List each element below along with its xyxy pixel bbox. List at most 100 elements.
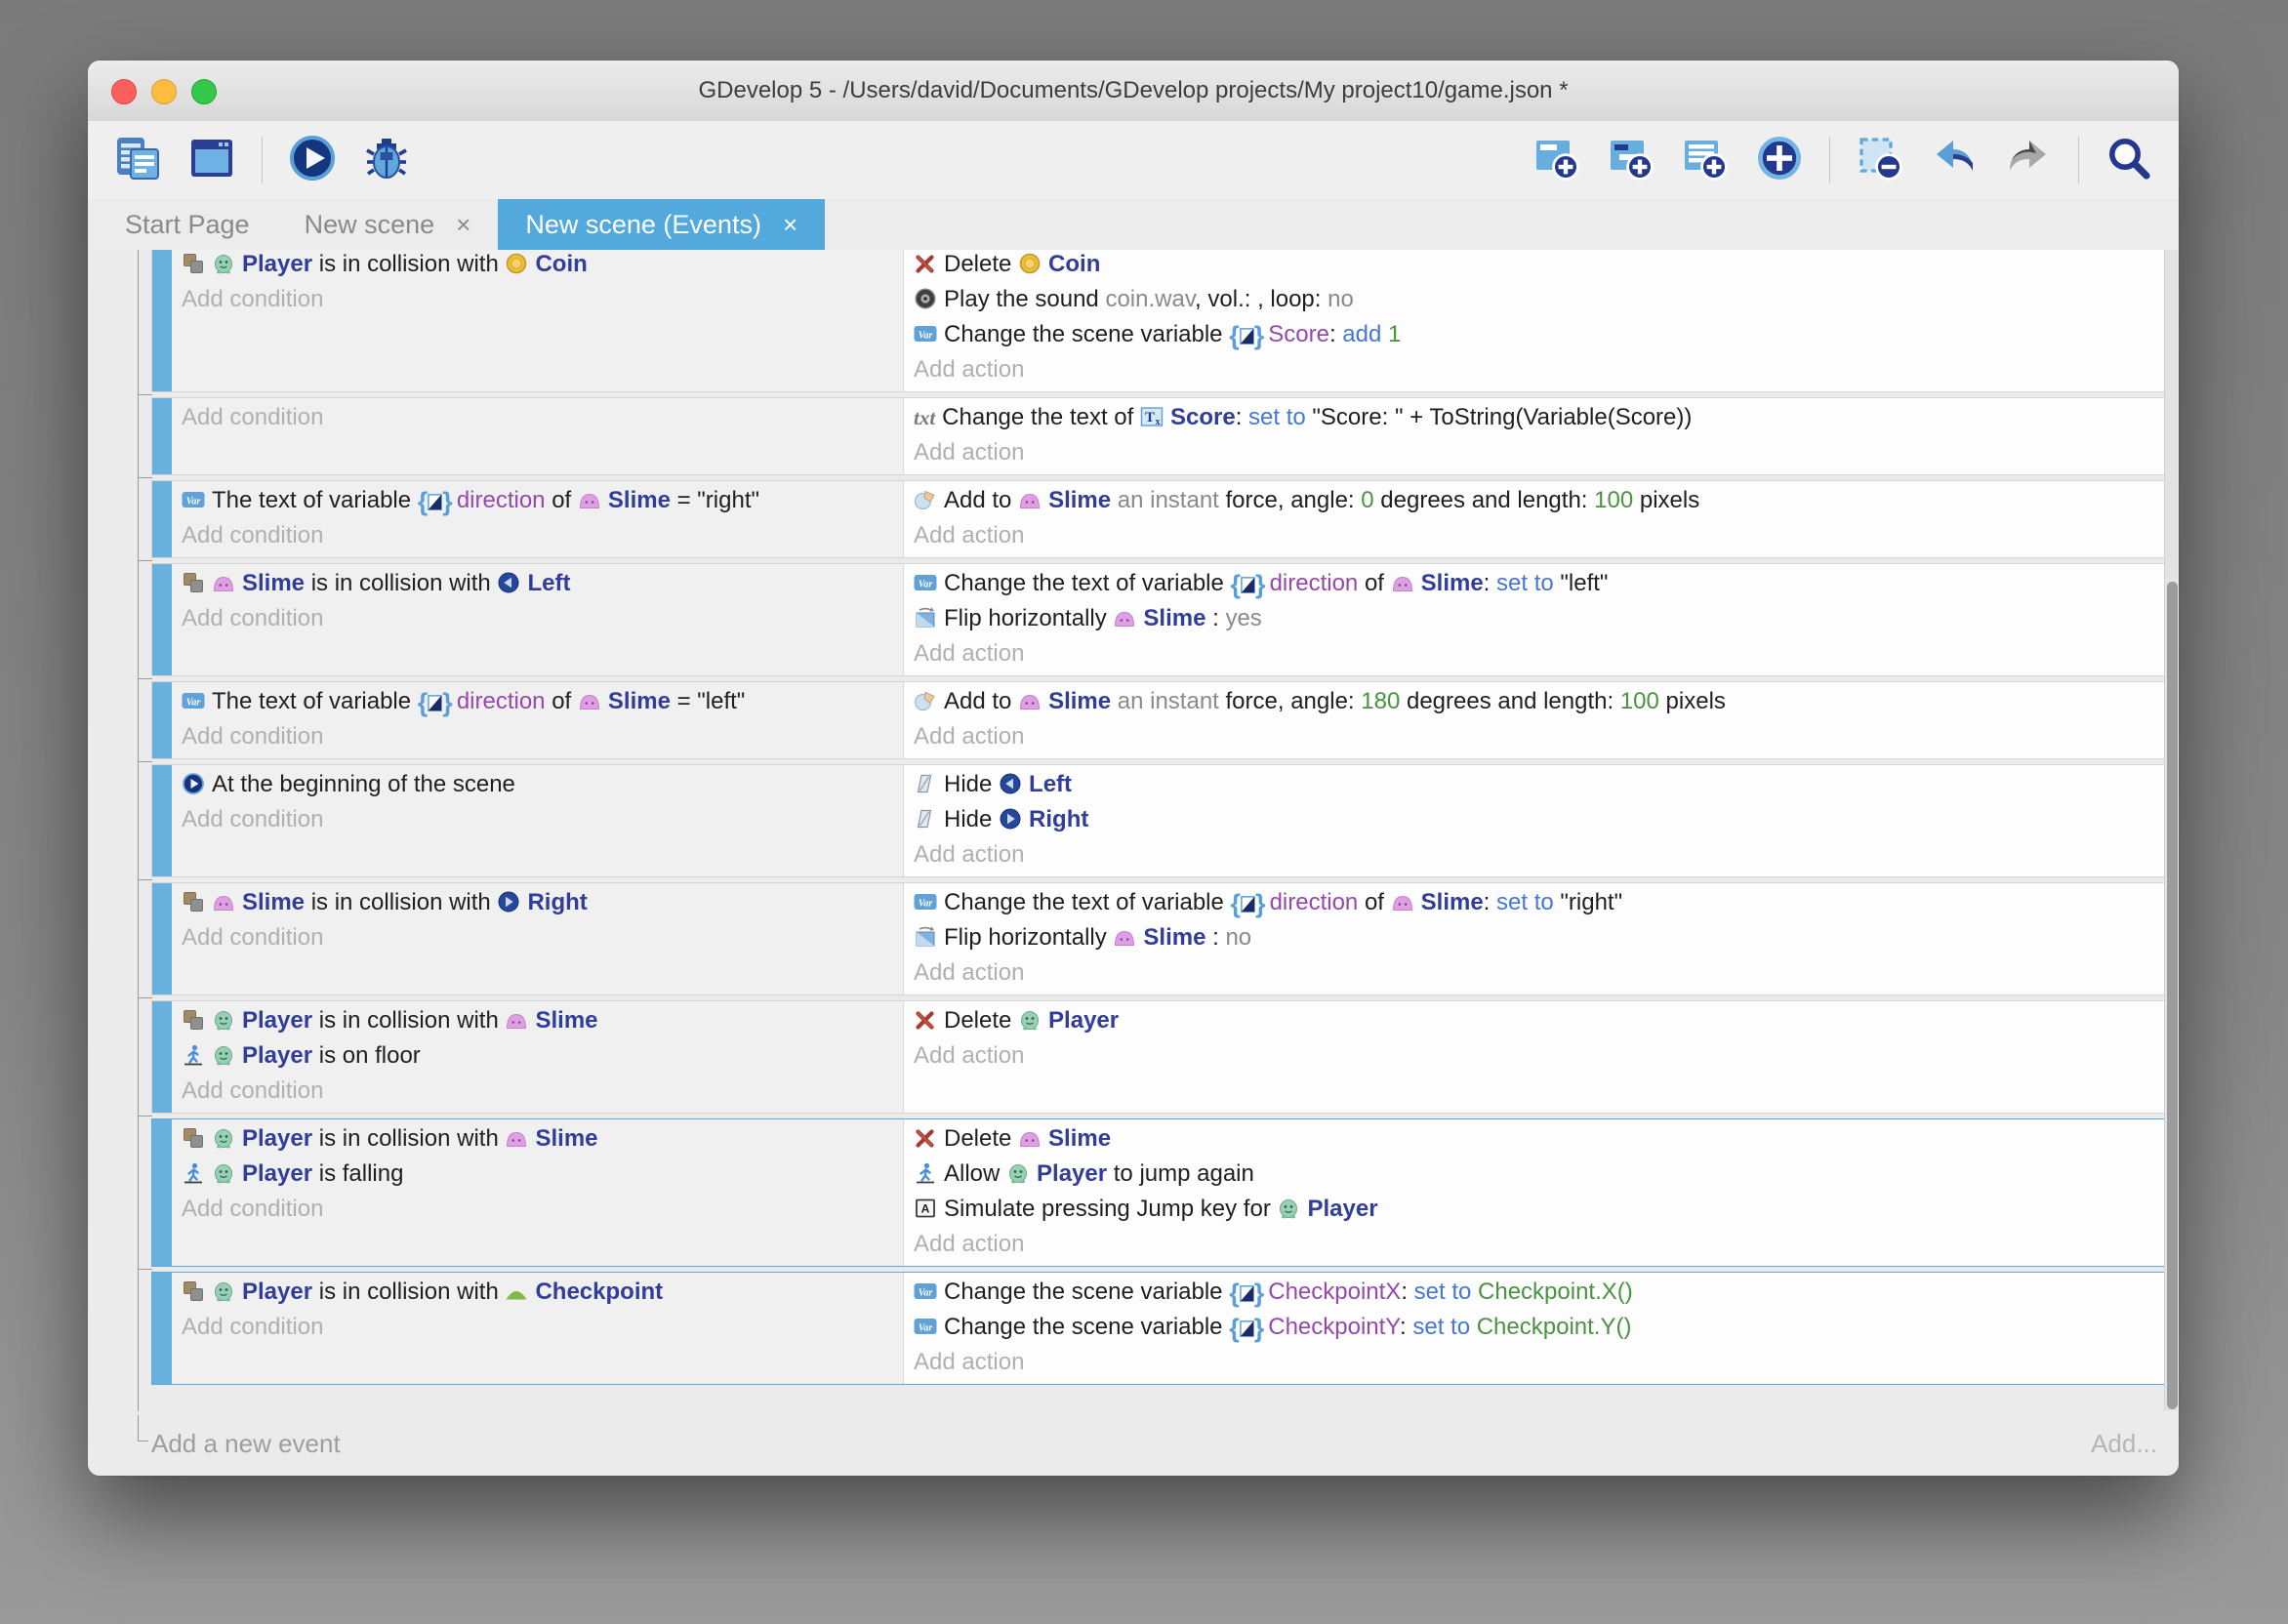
close-tab-icon[interactable]: ×	[783, 210, 797, 240]
tab-new-scene[interactable]: New scene ×	[277, 199, 499, 250]
search-button[interactable]	[2104, 136, 2153, 184]
event-tree-rail	[138, 250, 139, 1411]
add-new-event-button[interactable]: Add a new event	[151, 1429, 341, 1459]
add-condition-link[interactable]: Add condition	[182, 719, 895, 754]
add-action-link[interactable]: Add action	[914, 1038, 2156, 1074]
event-selection-bar[interactable]	[152, 682, 172, 758]
event-selection-bar[interactable]	[152, 1119, 172, 1266]
condition-sentence[interactable]: Player is in collision with Slime	[182, 1121, 895, 1157]
action-sentence[interactable]: txtChange the text of TxScore: set to "S…	[914, 400, 2156, 435]
add-action-link[interactable]: Add action	[914, 636, 2156, 671]
action-sentence[interactable]: Delete Coin	[914, 250, 2156, 282]
add-condition-link[interactable]: Add condition	[182, 1074, 895, 1109]
add-condition-link[interactable]: Add condition	[182, 601, 895, 636]
project-manager-button[interactable]	[113, 136, 162, 184]
event-selection-bar[interactable]	[152, 250, 172, 391]
action-sentence[interactable]: Allow Player to jump again	[914, 1157, 2156, 1192]
action-sentence[interactable]: VarChange the scene variable {}Checkpoin…	[914, 1310, 2156, 1345]
event-selection-bar[interactable]	[152, 883, 172, 995]
close-window-button[interactable]	[111, 79, 137, 104]
minimize-window-button[interactable]	[151, 79, 177, 104]
event-selection-bar[interactable]	[152, 564, 172, 675]
add-more-button[interactable]: Add...	[2091, 1429, 2157, 1459]
debug-button[interactable]	[362, 136, 411, 184]
undo-button[interactable]	[1930, 136, 1979, 184]
slime-icon	[1113, 925, 1136, 949]
player-icon	[212, 1279, 235, 1303]
preview-play-button[interactable]	[288, 136, 337, 184]
redo-button[interactable]	[2004, 136, 2053, 184]
sentence-text: "left"	[1560, 570, 1608, 596]
tab-new-scene-events[interactable]: New scene (Events) ×	[498, 199, 825, 250]
event-conditions-cell: Player is in collision with SlimePlayer …	[172, 1119, 904, 1266]
action-sentence[interactable]: Hide Right	[914, 802, 2156, 837]
condition-sentence[interactable]: VarThe text of variable {}direction of S…	[182, 483, 895, 518]
action-sentence[interactable]: Flip horizontally Slime : no	[914, 920, 2156, 955]
hide-icon	[914, 807, 937, 831]
condition-sentence[interactable]: VarThe text of variable {}direction of S…	[182, 684, 895, 719]
add-action-link[interactable]: Add action	[914, 352, 2156, 387]
add-action-link[interactable]: Add action	[914, 1345, 2156, 1380]
event-selection-bar[interactable]	[152, 481, 172, 557]
scene-editor-button[interactable]	[187, 136, 236, 184]
action-sentence[interactable]: Play the sound coin.wav, vol.: , loop: n…	[914, 282, 2156, 317]
event-selection-bar[interactable]	[152, 398, 172, 474]
condition-sentence[interactable]: Player is falling	[182, 1157, 895, 1192]
variable-badge-icon: {}	[1229, 324, 1264, 347]
add-action-link[interactable]: Add action	[914, 518, 2156, 553]
sentence-text: yes	[1225, 605, 1261, 631]
event-conditions-cell: VarThe text of variable {}direction of S…	[172, 682, 904, 758]
condition-sentence[interactable]: Slime is in collision with Left	[182, 566, 895, 601]
action-sentence[interactable]: Delete Slime	[914, 1121, 2156, 1157]
add-condition-link[interactable]: Add condition	[182, 400, 895, 435]
add-condition-link[interactable]: Add condition	[182, 518, 895, 553]
condition-sentence[interactable]: Slime is in collision with Right	[182, 885, 895, 920]
add-comment-button[interactable]	[1681, 136, 1730, 184]
add-circle-button[interactable]	[1755, 136, 1804, 184]
condition-sentence[interactable]: Player is in collision with Slime	[182, 1003, 895, 1038]
event-selection-bar[interactable]	[152, 1273, 172, 1384]
add-subevent-button[interactable]	[1607, 136, 1655, 184]
sentence-text: :	[1401, 1279, 1413, 1305]
action-sentence[interactable]: Flip horizontally Slime : yes	[914, 601, 2156, 636]
zoom-window-button[interactable]	[191, 79, 217, 104]
add-action-link[interactable]: Add action	[914, 719, 2156, 754]
scrollbar-thumb[interactable]	[2167, 582, 2178, 1409]
condition-sentence[interactable]: At the beginning of the scene	[182, 767, 895, 802]
sentence-text: Checkpoint.X()	[1478, 1279, 1633, 1305]
action-sentence[interactable]: Add to Slime an instant force, angle: 18…	[914, 684, 2156, 719]
svg-text:Var: Var	[919, 1323, 933, 1334]
delete-event-button[interactable]	[1856, 136, 1904, 184]
player-icon	[1018, 1008, 1042, 1032]
event-selection-bar[interactable]	[152, 765, 172, 876]
event-actions-cell: VarChange the text of variable {}directi…	[904, 564, 2164, 675]
action-sentence[interactable]: Add to Slime an instant force, angle: 0 …	[914, 483, 2156, 518]
action-sentence[interactable]: Hide Left	[914, 767, 2156, 802]
add-condition-link[interactable]: Add condition	[182, 802, 895, 837]
action-sentence[interactable]: VarChange the scene variable {}Checkpoin…	[914, 1275, 2156, 1310]
sentence-text: :	[1205, 924, 1225, 951]
add-action-link[interactable]: Add action	[914, 955, 2156, 991]
add-condition-link[interactable]: Add condition	[182, 1192, 895, 1227]
slime-icon	[578, 488, 601, 511]
event-selection-bar[interactable]	[152, 1001, 172, 1113]
action-sentence[interactable]: Delete Player	[914, 1003, 2156, 1038]
add-condition-link[interactable]: Add condition	[182, 1310, 895, 1345]
slime-icon	[1113, 606, 1136, 629]
add-condition-link[interactable]: Add condition	[182, 282, 895, 317]
add-action-link[interactable]: Add action	[914, 435, 2156, 470]
action-sentence[interactable]: VarChange the text of variable {}directi…	[914, 566, 2156, 601]
action-sentence[interactable]: ASimulate pressing Jump key for Player	[914, 1192, 2156, 1227]
add-action-link[interactable]: Add action	[914, 1227, 2156, 1262]
close-tab-icon[interactable]: ×	[456, 210, 470, 240]
action-sentence[interactable]: VarChange the text of variable {}directi…	[914, 885, 2156, 920]
add-condition-link[interactable]: Add condition	[182, 920, 895, 955]
add-event-button[interactable]	[1532, 136, 1581, 184]
condition-sentence[interactable]: Player is on floor	[182, 1038, 895, 1074]
add-action-link[interactable]: Add action	[914, 837, 2156, 873]
condition-sentence[interactable]: Player is in collision with Checkpoint	[182, 1275, 895, 1310]
tab-start-page[interactable]: Start Page	[98, 199, 277, 250]
sentence-text: :	[1400, 1314, 1412, 1340]
condition-sentence[interactable]: Player is in collision with Coin	[182, 250, 895, 282]
action-sentence[interactable]: VarChange the scene variable {}Score: ad…	[914, 317, 2156, 352]
